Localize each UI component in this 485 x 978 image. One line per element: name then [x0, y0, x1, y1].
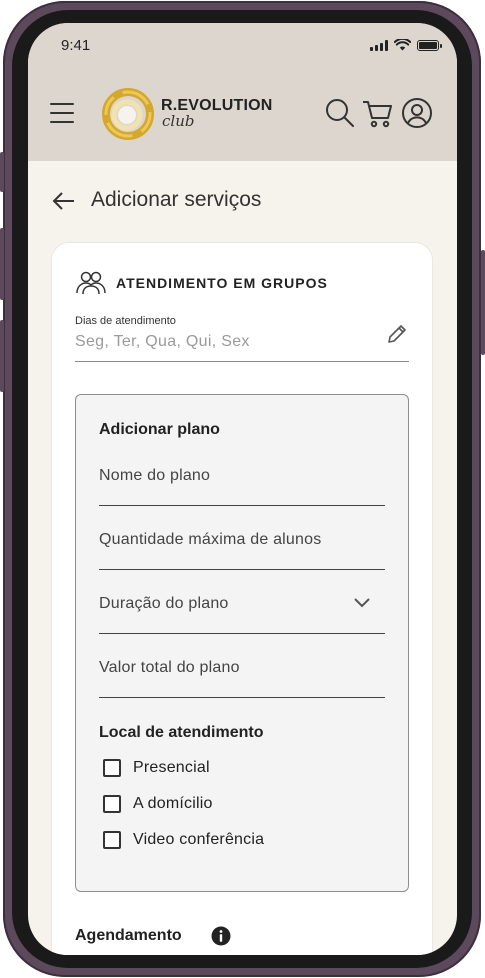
- status-time: 9:41: [61, 37, 91, 54]
- service-card: ATENDIMENTO EM GRUPOS Dias de atendiment…: [51, 242, 433, 955]
- status-icons: [370, 39, 442, 51]
- battery-icon: [417, 39, 442, 51]
- section-title: ATENDIMENTO EM GRUPOS: [116, 275, 328, 291]
- volume-down-button: [0, 320, 4, 392]
- search-icon[interactable]: [324, 97, 356, 129]
- option-label: A domícilio: [133, 795, 213, 812]
- page-title: Adicionar serviços: [91, 188, 262, 211]
- back-arrow-icon[interactable]: [52, 191, 76, 211]
- max-students-placeholder: Quantidade máxima de alunos: [99, 531, 322, 548]
- wifi-icon: [394, 39, 411, 51]
- option-label: Video conferência: [133, 831, 265, 848]
- days-label: Dias de atendimento: [75, 315, 176, 327]
- menu-icon[interactable]: [50, 103, 74, 125]
- days-underline: [75, 361, 409, 362]
- volume-up-button: [0, 228, 4, 300]
- signal-icon: [370, 39, 388, 51]
- option-video-conferencia[interactable]: Video conferência: [103, 831, 264, 849]
- chevron-down-icon[interactable]: [353, 596, 371, 608]
- option-label: Presencial: [133, 759, 210, 776]
- plan-duration-select[interactable]: Duração do plano: [99, 584, 385, 634]
- checkbox-presencial[interactable]: [103, 759, 121, 777]
- max-students-field[interactable]: Quantidade máxima de alunos: [99, 520, 385, 570]
- scheduling-title: Agendamento: [75, 927, 182, 944]
- option-a-domicilio[interactable]: A domícilio: [103, 795, 213, 813]
- group-icon: [76, 271, 106, 295]
- checkbox-video-conferencia[interactable]: [103, 831, 121, 849]
- add-plan-panel: Adicionar plano Nome do plano Quantidade…: [75, 394, 409, 892]
- plan-total-value-placeholder: Valor total do plano: [99, 659, 240, 676]
- brand-logo: [102, 88, 154, 140]
- power-button: [481, 250, 485, 355]
- plan-name-placeholder: Nome do plano: [99, 467, 211, 484]
- plan-title: Adicionar plano: [99, 421, 220, 438]
- plan-duration-placeholder: Duração do plano: [99, 595, 229, 612]
- plan-name-field[interactable]: Nome do plano: [99, 456, 385, 506]
- app-header: 9:41 R.EVOLUTION club: [28, 23, 457, 161]
- user-icon[interactable]: [401, 97, 433, 129]
- screen: 9:41 R.EVOLUTION club Adicionar serviços…: [28, 23, 457, 955]
- plan-total-value-field[interactable]: Valor total do plano: [99, 648, 385, 698]
- info-icon[interactable]: [211, 926, 231, 946]
- local-title: Local de atendimento: [99, 724, 264, 741]
- days-value[interactable]: Seg, Ter, Qua, Qui, Sex: [75, 333, 250, 351]
- cart-icon[interactable]: [362, 97, 394, 129]
- mute-switch: [0, 152, 4, 192]
- brand-subtitle: club: [162, 112, 195, 130]
- pencil-icon[interactable]: [386, 323, 408, 345]
- checkbox-a-domicilio[interactable]: [103, 795, 121, 813]
- option-presencial[interactable]: Presencial: [103, 759, 210, 777]
